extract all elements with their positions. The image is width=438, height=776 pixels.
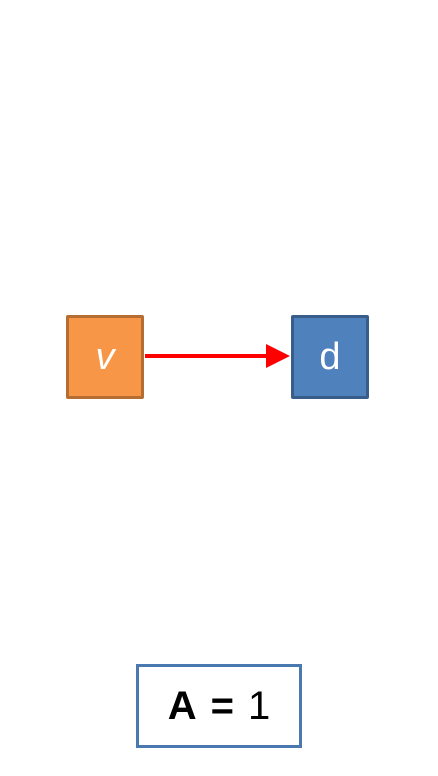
equation-equals: =: [210, 683, 234, 728]
node-d-label: d: [319, 335, 341, 378]
equation-lhs: A: [167, 683, 197, 728]
equation-box: A = 1: [136, 664, 302, 748]
equation-rhs: 1: [248, 683, 271, 728]
node-d: d: [291, 315, 369, 399]
node-v-label: v: [95, 335, 115, 378]
node-v: v: [66, 315, 144, 399]
